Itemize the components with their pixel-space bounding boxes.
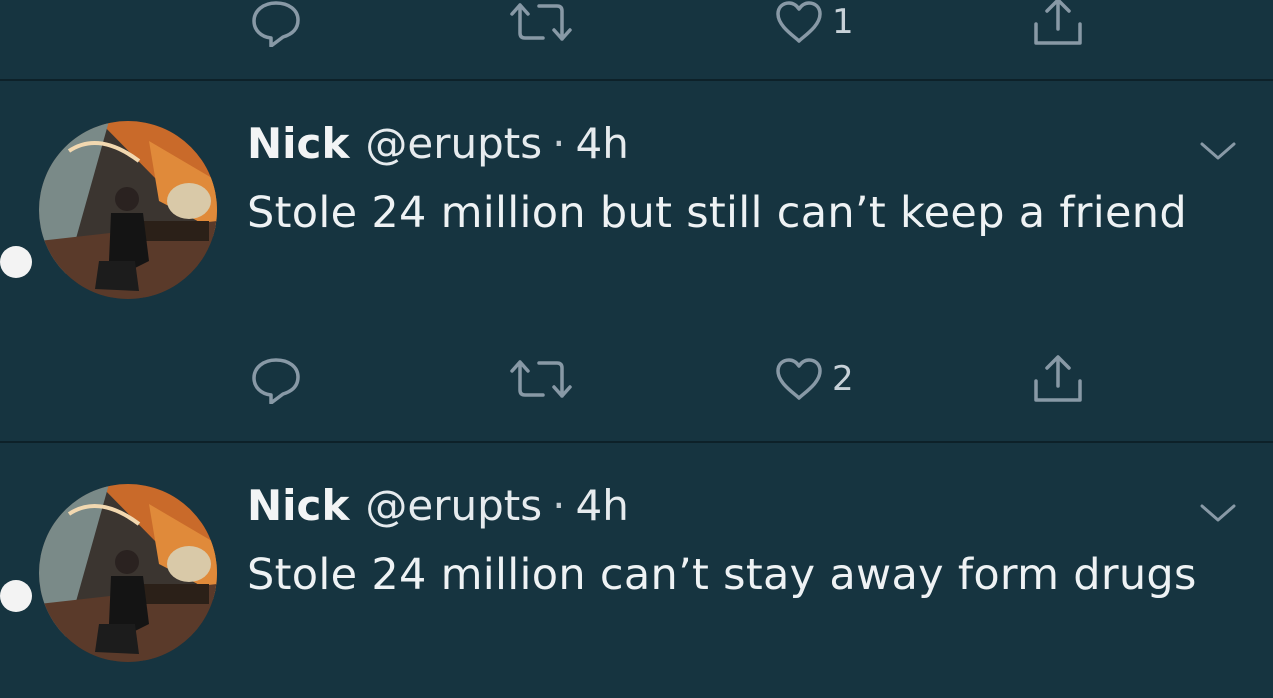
reply-icon: [252, 1, 300, 47]
tweet-header: Nick @erupts · 4h: [247, 119, 629, 173]
reply-button[interactable]: [249, 0, 303, 52]
timestamp[interactable]: 4h: [575, 119, 628, 168]
like-count: 1: [832, 2, 854, 42]
reply-icon: [252, 358, 300, 404]
tweet-actions: 2: [0, 349, 1273, 409]
avatar[interactable]: [39, 484, 217, 662]
display-name[interactable]: Nick: [247, 119, 349, 168]
retweet-button[interactable]: [509, 0, 573, 52]
like-button[interactable]: 2: [774, 349, 854, 409]
avatar[interactable]: [39, 121, 217, 299]
tweet-header: Nick @erupts · 4h: [247, 481, 629, 535]
tweet-actions-previous: 1: [0, 0, 1273, 52]
chevron-down-icon[interactable]: [1199, 501, 1237, 525]
chevron-down-icon[interactable]: [1199, 139, 1237, 163]
retweet-button[interactable]: [509, 349, 573, 409]
separator-dot: ·: [552, 481, 566, 530]
tweet[interactable]: Nick @erupts · 4h Stole 24 million can’t…: [0, 443, 1273, 698]
presence-dot: [0, 580, 32, 612]
share-icon: [1034, 355, 1082, 402]
retweet-icon: [510, 3, 572, 41]
user-handle[interactable]: @erupts: [365, 481, 542, 530]
tweet-text: Stole 24 million can’t stay away form dr…: [247, 550, 1197, 600]
like-button[interactable]: 1: [774, 0, 854, 52]
separator-dot: ·: [552, 119, 566, 168]
presence-dot: [0, 246, 32, 278]
like-count: 2: [832, 359, 854, 399]
share-icon: [1034, 0, 1082, 45]
user-handle[interactable]: @erupts: [365, 119, 542, 168]
tweet-text: Stole 24 million but still can’t keep a …: [247, 188, 1187, 238]
reply-button[interactable]: [249, 349, 303, 409]
timestamp[interactable]: 4h: [575, 481, 628, 530]
timeline: 1 Nick @erupts · 4h Stole 24 million but…: [0, 0, 1273, 698]
heart-icon: [776, 358, 822, 400]
share-button[interactable]: [1030, 349, 1086, 409]
retweet-icon: [510, 360, 572, 398]
display-name[interactable]: Nick: [247, 481, 349, 530]
heart-icon: [776, 1, 822, 43]
tweet[interactable]: Nick @erupts · 4h Stole 24 million but s…: [0, 81, 1273, 441]
share-button[interactable]: [1030, 0, 1086, 52]
